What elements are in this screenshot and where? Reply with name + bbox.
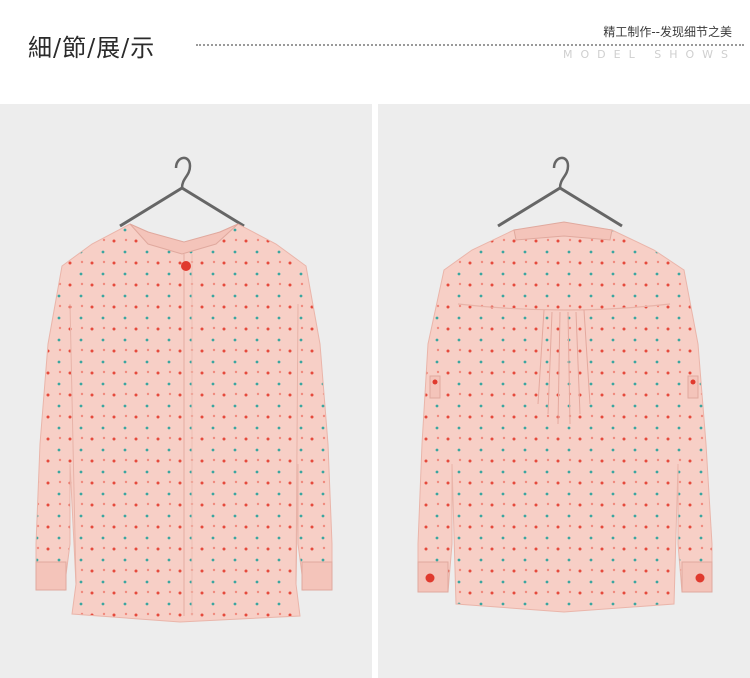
hanger-hook: [174, 156, 192, 189]
back-shirt-illustration: [417, 156, 713, 613]
back-view-photo: [378, 104, 750, 678]
right-sleeve-tab: [687, 375, 699, 399]
right-cuff: [301, 561, 333, 591]
dotted-divider: [196, 44, 744, 46]
left-cuff-button: [425, 573, 435, 583]
left-cuff: [35, 561, 67, 591]
page-header: 細/節/展/示 精工制作--发现细节之美 MODEL SHOWS: [0, 0, 750, 96]
page-title: 細/節/展/示: [28, 34, 156, 62]
subtitle-chinese: 精工制作--发现细节之美: [595, 23, 732, 40]
hanger-bar: [119, 186, 245, 228]
hanger-bar: [497, 186, 623, 228]
right-cuff-button: [695, 573, 705, 583]
shirt-body: [417, 223, 713, 613]
front-shirt-illustration: [35, 156, 333, 623]
collar-button: [181, 261, 191, 271]
left-sleeve-tab: [429, 375, 441, 399]
subtitle-english: MODEL SHOWS: [563, 48, 736, 61]
hanger-hook: [552, 156, 570, 189]
front-view-photo: [0, 104, 372, 678]
